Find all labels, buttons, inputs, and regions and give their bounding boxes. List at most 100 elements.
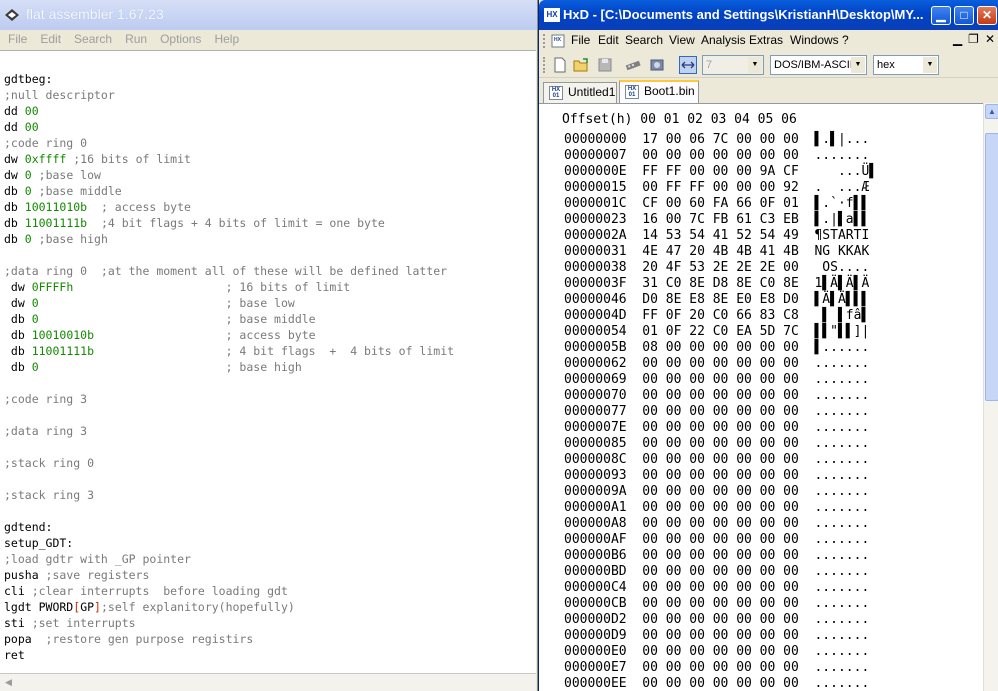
hex-bytes[interactable]: 00 00 00 00 00 00 00 — [642, 388, 799, 403]
hex-ascii[interactable]: ....... — [814, 484, 869, 499]
hex-ascii[interactable]: ▌ ▌fâ▌ — [814, 308, 869, 323]
hex-row[interactable]: 00000070 00 00 00 00 00 00 00 ....... — [564, 388, 877, 404]
hex-row[interactable]: 0000000E FF FF 00 00 00 9A CF ...Ü▌ — [564, 164, 877, 180]
hex-bytes[interactable]: 00 00 00 00 00 00 00 — [642, 660, 799, 675]
hex-row[interactable]: 0000002A 14 53 54 41 52 54 49 ¶STARTI — [564, 228, 877, 244]
hex-ascii[interactable]: . ...Æ — [814, 180, 869, 195]
hex-bytes[interactable]: 00 00 00 00 00 00 00 — [642, 564, 799, 579]
hex-ascii[interactable]: ▌...... — [814, 340, 869, 355]
hex-bytes[interactable]: 00 00 00 00 00 00 00 — [642, 420, 799, 435]
hex-ascii[interactable]: ....... — [814, 644, 869, 659]
code-line[interactable]: pusha ;save registers — [4, 567, 454, 583]
code-line[interactable]: ;data ring 3 — [4, 423, 454, 439]
minimize-button[interactable]: ▁ — [931, 6, 951, 25]
hex-row[interactable]: 00000031 4E 47 20 4B 4B 41 4B NG KKAK — [564, 244, 877, 260]
hex-row[interactable]: 000000D9 00 00 00 00 00 00 00 ....... — [564, 628, 877, 644]
code-line[interactable]: lgdt PWORD[GP];self explanitory(hopefull… — [4, 599, 454, 615]
code-line[interactable] — [4, 247, 454, 263]
hex-row[interactable]: 0000005B 08 00 00 00 00 00 00 ▌...... — [564, 340, 877, 356]
hex-ascii[interactable]: ▌▌"▌▌]| — [814, 324, 869, 339]
hex-row[interactable]: 000000A1 00 00 00 00 00 00 00 ....... — [564, 500, 877, 516]
hxd-menu-edit[interactable]: Edit — [598, 33, 619, 47]
hex-row[interactable]: 00000038 20 4F 53 2E 2E 2E 00 OS.... — [564, 260, 877, 276]
hex-bytes[interactable]: 00 00 00 00 00 00 00 — [642, 500, 799, 515]
hex-bytes[interactable]: 00 00 00 00 00 00 00 — [642, 452, 799, 467]
scroll-up-arrow-icon[interactable]: ▲ — [985, 104, 998, 119]
code-line[interactable]: ret — [4, 647, 454, 663]
hex-bytes[interactable]: 00 00 00 00 00 00 00 — [642, 516, 799, 531]
code-text[interactable]: gdtbeg: ;null descriptor dd 00 dd 00 ;code r… — [4, 55, 454, 663]
save-icon[interactable] — [596, 56, 614, 74]
hxd-menu-file[interactable]: File — [571, 33, 590, 47]
hxd-menu-search[interactable]: Search — [625, 33, 663, 47]
hex-ascii[interactable]: NG KKAK — [814, 244, 869, 259]
scroll-thumb[interactable] — [985, 133, 998, 401]
hex-row[interactable]: 0000007E 00 00 00 00 00 00 00 ....... — [564, 420, 877, 436]
display-mode-select[interactable]: hex ▼ — [873, 55, 939, 75]
code-line[interactable]: dw 0 ; base low — [4, 295, 454, 311]
hex-row[interactable]: 00000046 D0 8E E8 8E E0 E8 D0 ▌Ä▌Ä▌▌▌ — [564, 292, 877, 308]
hex-bytes[interactable]: 20 4F 53 2E 2E 2E 00 — [642, 260, 799, 275]
hex-row[interactable]: 0000004D FF 0F 20 C0 66 83 C8 ▌ ▌fâ▌ — [564, 308, 877, 324]
code-line[interactable]: ;code ring 0 — [4, 135, 454, 151]
document-menu-icon[interactable]: HX — [551, 34, 565, 48]
maximize-button[interactable]: □ — [954, 6, 974, 25]
hex-ascii[interactable]: 1▌Ä▌Ä▌Ä — [814, 276, 869, 291]
hex-ascii[interactable]: ....... — [814, 532, 869, 547]
code-line[interactable]: ;load gdtr with _GP pointer — [4, 551, 454, 567]
code-line[interactable] — [4, 471, 454, 487]
hex-ascii[interactable]: ....... — [814, 628, 869, 643]
chevron-down-icon[interactable]: ▼ — [923, 57, 937, 73]
hxd-menu-analysis[interactable]: Analysis — [701, 33, 746, 47]
hex-row[interactable]: 0000009A 00 00 00 00 00 00 00 ....... — [564, 484, 877, 500]
hex-row[interactable]: 000000EE 00 00 00 00 00 00 00 ....... — [564, 676, 877, 691]
hex-ascii[interactable]: ....... — [814, 468, 869, 483]
fasm-menu-help[interactable]: Help — [206, 30, 244, 47]
hxd-menu-extras[interactable]: Extras — [749, 33, 783, 47]
code-line[interactable] — [4, 407, 454, 423]
hex-bytes[interactable]: 14 53 54 41 52 54 49 — [642, 228, 799, 243]
code-line[interactable]: ;data ring 0 ;at the moment all of these… — [4, 263, 454, 279]
hex-ascii[interactable]: ....... — [814, 388, 869, 403]
code-line[interactable]: db 0 ;base middle — [4, 183, 454, 199]
fasm-horizontal-scrollbar[interactable]: ◀ — [0, 673, 536, 691]
hex-ascii[interactable]: ....... — [814, 612, 869, 627]
fasm-menu-options[interactable]: Options — [152, 30, 206, 47]
mdi-restore-icon[interactable]: ❐ — [968, 32, 979, 46]
hex-bytes[interactable]: 00 00 00 00 00 00 00 — [642, 596, 799, 611]
hex-row[interactable]: 000000CB 00 00 00 00 00 00 00 ....... — [564, 596, 877, 612]
offset-base-toggle-icon[interactable] — [679, 56, 697, 74]
code-line[interactable]: db 11001111b ;4 bit flags + 4 bits of li… — [4, 215, 454, 231]
hex-row[interactable]: 000000E0 00 00 00 00 00 00 00 ....... — [564, 644, 877, 660]
hex-ascii[interactable]: ....... — [814, 404, 869, 419]
hex-bytes[interactable]: 00 00 00 00 00 00 00 — [642, 404, 799, 419]
hex-bytes[interactable]: 00 00 00 00 00 00 00 — [642, 436, 799, 451]
hex-ascii[interactable]: ....... — [814, 148, 869, 163]
code-line[interactable]: gdtbeg: — [4, 71, 454, 87]
code-line[interactable] — [4, 55, 454, 71]
hex-row[interactable]: 00000069 00 00 00 00 00 00 00 ....... — [564, 372, 877, 388]
hex-row[interactable]: 000000C4 00 00 00 00 00 00 00 ....... — [564, 580, 877, 596]
code-line[interactable]: dd 00 — [4, 119, 454, 135]
hex-bytes[interactable]: D0 8E E8 8E E0 E8 D0 — [642, 292, 799, 307]
scroll-left-arrow-icon[interactable]: ◀ — [1, 675, 16, 690]
hex-row[interactable]: 0000001C CF 00 60 FA 66 0F 01 ▌.`·f▌▌ — [564, 196, 877, 212]
hex-ascii[interactable]: ▌.`·f▌▌ — [814, 196, 869, 211]
hex-bytes[interactable]: 17 00 06 7C 00 00 00 — [642, 132, 799, 147]
hex-row[interactable]: 00000062 00 00 00 00 00 00 00 ....... — [564, 356, 877, 372]
hex-bytes[interactable]: 4E 47 20 4B 4B 41 4B — [642, 244, 799, 259]
close-button[interactable]: ✕ — [977, 6, 997, 25]
code-line[interactable]: setup_GDT: — [4, 535, 454, 551]
hex-row[interactable]: 00000007 00 00 00 00 00 00 00 ....... — [564, 148, 877, 164]
hex-row[interactable]: 00000077 00 00 00 00 00 00 00 ....... — [564, 404, 877, 420]
code-line[interactable]: db 10011010b ; access byte — [4, 199, 454, 215]
fasm-menu-search[interactable]: Search — [66, 30, 117, 47]
hex-bytes[interactable]: 00 00 00 00 00 00 00 — [642, 532, 799, 547]
hex-bytes[interactable]: 01 0F 22 C0 EA 5D 7C — [642, 324, 799, 339]
code-line[interactable]: gdtend: — [4, 519, 454, 535]
hex-ascii[interactable]: ....... — [814, 500, 869, 515]
code-line[interactable]: db 0 ; base high — [4, 359, 454, 375]
fasm-menu-edit[interactable]: Edit — [32, 30, 66, 47]
hxd-menu-windows[interactable]: Windows — [790, 33, 839, 47]
hex-ascii[interactable]: ....... — [814, 356, 869, 371]
